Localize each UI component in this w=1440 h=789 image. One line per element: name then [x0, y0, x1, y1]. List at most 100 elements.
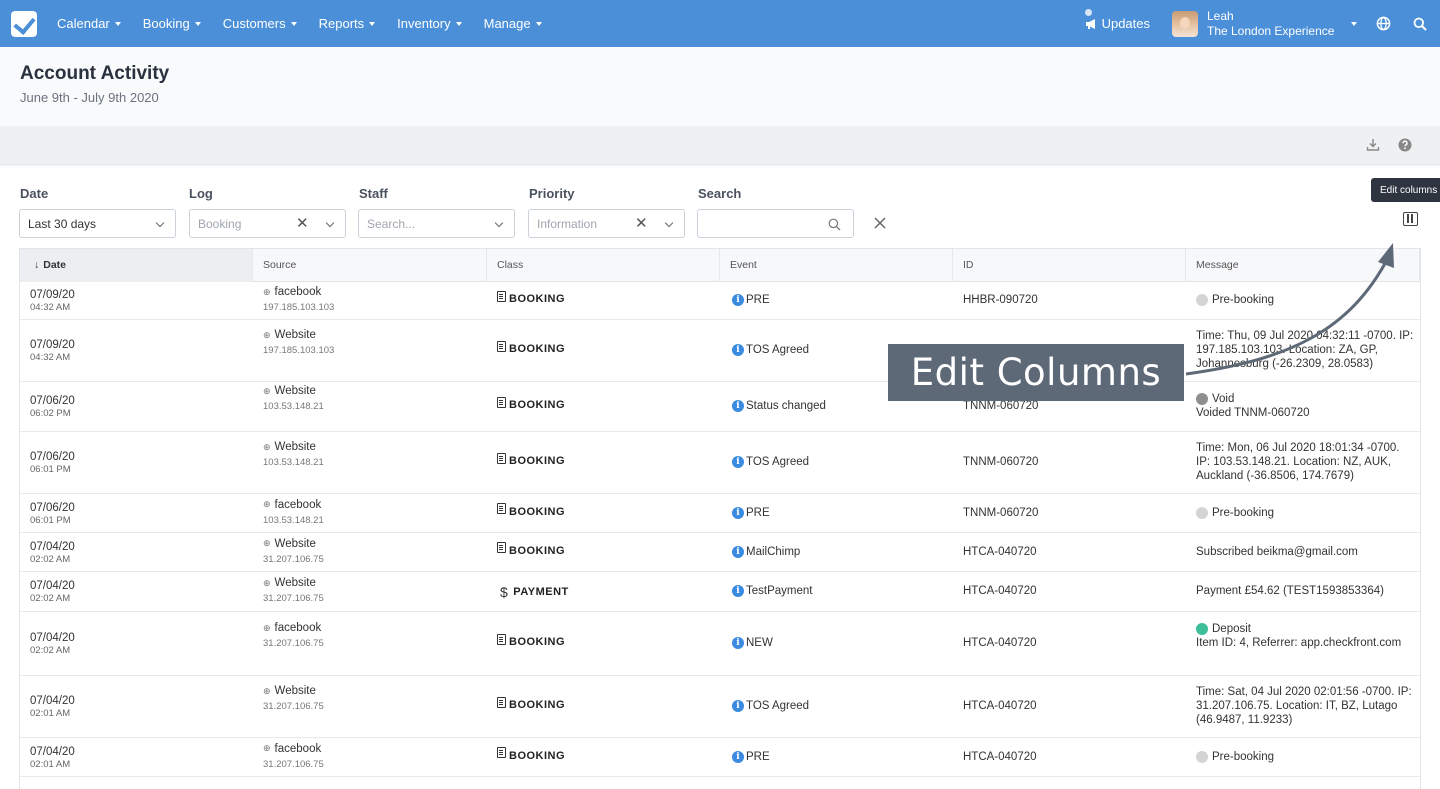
source-cell: ⊕ Website 31.207.106.75	[263, 577, 324, 604]
column-header-id[interactable]: ID	[953, 249, 1186, 282]
event-label: TestPayment	[746, 585, 813, 597]
booking-id-link[interactable]: HTCA-040720	[963, 751, 1037, 763]
booking-id-link[interactable]: HTCA-040720	[963, 585, 1037, 597]
row-time: 02:01 AM	[30, 758, 71, 770]
table-row[interactable]: 07/09/20 04:32 AM ⊕ Website 197.185.103.103 B…	[20, 320, 1420, 382]
column-header-class[interactable]: Class	[487, 249, 720, 282]
search-icon[interactable]	[1412, 16, 1428, 32]
booking-id-link[interactable]: HTCA-040720	[963, 546, 1037, 558]
nav-item-calendar[interactable]: Calendar	[46, 0, 132, 47]
priority-filter-select[interactable]: Information ✕	[528, 209, 685, 238]
message-cell: Time: Mon, 06 Jul 2020 18:01:34 -0700. I…	[1196, 441, 1416, 483]
column-header-source[interactable]: Source	[253, 249, 487, 282]
log-filter-select[interactable]: Booking ✕	[189, 209, 346, 238]
status-badge: Deposit	[1196, 622, 1416, 636]
globe-icon: ⊕	[263, 499, 271, 509]
globe-icon: ⊕	[263, 577, 271, 588]
booking-id-link[interactable]: TNNM-060720	[963, 507, 1038, 519]
class-cell: BOOKING	[497, 633, 565, 648]
column-header-event[interactable]: Event	[720, 249, 953, 282]
chevron-down-icon	[325, 218, 335, 228]
table-row[interactable]	[20, 777, 1420, 789]
search-input[interactable]	[697, 209, 854, 238]
edit-columns-callout: Edit Columns	[888, 344, 1184, 401]
source-cell: ⊕ facebook 197.185.103.103	[263, 286, 334, 313]
info-icon: i	[732, 585, 744, 597]
help-icon[interactable]	[1398, 138, 1412, 152]
clear-filters-icon[interactable]	[873, 216, 887, 230]
table-row[interactable]: 07/06/20 06:01 PM ⊕ Website 103.53.148.21 BOO…	[20, 432, 1420, 494]
table-row[interactable]: 07/04/20 02:01 AM ⊕ Website 31.207.106.75 BOO…	[20, 676, 1420, 738]
updates-button[interactable]: Updates	[1084, 9, 1150, 31]
event-label: TOS Agreed	[746, 456, 810, 468]
booking-id-link[interactable]: HTCA-040720	[963, 700, 1037, 712]
date-cell: 07/04/20 02:02 AM	[30, 580, 75, 604]
source-ip: 31.207.106.75	[263, 701, 324, 712]
booking-id-link[interactable]: HHBR-090720	[963, 294, 1038, 306]
status-dot	[1196, 393, 1208, 405]
column-bar	[1407, 214, 1409, 223]
table-row[interactable]: 07/04/20 02:02 AM ⊕ facebook 31.207.106.75 BO…	[20, 612, 1420, 676]
column-header-message[interactable]: Message	[1186, 249, 1420, 282]
status-label: Pre-booking	[1212, 294, 1275, 306]
table-row[interactable]: 07/04/20 02:02 AM ⊕ Website 31.207.106.75 BOO…	[20, 533, 1420, 572]
app-logo[interactable]	[11, 10, 37, 37]
chevron-down-icon	[114, 21, 121, 26]
globe-icon[interactable]	[1375, 16, 1391, 32]
class-cell: BOOKING	[497, 503, 565, 518]
date-cell: 07/06/20 06:02 PM	[30, 395, 75, 419]
class-cell: $ PAYMENT	[497, 584, 569, 600]
date-cell: 07/09/20 04:32 AM	[30, 289, 75, 313]
column-header-label: Event	[730, 259, 757, 271]
source-name: ⊕ Website	[263, 577, 324, 589]
table-row[interactable]: 07/04/20 02:01 AM ⊕ facebook 31.207.106.75 BO…	[20, 738, 1420, 777]
column-header-date[interactable]: ↓ Date	[20, 249, 253, 282]
toolbar	[0, 126, 1440, 165]
row-time: 02:02 AM	[30, 593, 71, 604]
table-row[interactable]: 07/06/20 06:01 PM ⊕ facebook 103.53.148.21 BO…	[20, 494, 1420, 533]
source-cell: ⊕ facebook 31.207.106.75	[263, 622, 324, 649]
table-row[interactable]: 07/04/20 02:02 AM ⊕ Website 31.207.106.75 $ PA…	[20, 572, 1420, 612]
row-date: 07/06/20	[30, 501, 75, 514]
source-label: facebook	[274, 498, 322, 511]
date-cell: 07/04/20 02:01 AM	[30, 695, 75, 719]
event-label: MailChimp	[746, 545, 801, 558]
source-label: Website	[274, 385, 316, 397]
message-cell: Void Voided TNNM-060720	[1196, 392, 1416, 420]
source-label: Website	[274, 441, 316, 453]
staff-filter-placeholder: Search...	[367, 216, 416, 231]
nav-item-label: Calendar	[57, 16, 110, 31]
source-label: facebook	[274, 286, 322, 298]
nav-item-customers[interactable]: Customers	[212, 0, 308, 47]
class-label: BOOKING	[509, 293, 566, 305]
source-cell: ⊕ Website 31.207.106.75	[263, 538, 324, 565]
status-label: Deposit	[1212, 623, 1251, 635]
nav-item-inventory[interactable]: Inventory	[386, 0, 472, 47]
table-row[interactable]: 07/06/20 06:02 PM ⊕ Website 103.53.148.21 BOO…	[20, 382, 1420, 432]
booking-id-link[interactable]: TNNM-060720	[963, 456, 1038, 468]
table-header: ↓ Date Source Class Event ID Message	[20, 249, 1420, 282]
staff-filter-select[interactable]: Search...	[358, 209, 515, 238]
chevron-down-icon	[664, 218, 674, 228]
chevron-down-icon	[194, 21, 201, 26]
booking-id-link[interactable]: HTCA-040720	[963, 637, 1037, 649]
edit-columns-button[interactable]	[1403, 212, 1418, 226]
download-icon[interactable]	[1366, 138, 1380, 152]
class-cell: BOOKING	[497, 747, 565, 762]
nav-item-manage[interactable]: Manage	[473, 0, 553, 47]
top-navbar: Calendar Booking Customers Reports Inventory…	[0, 0, 1440, 47]
booking-id-link[interactable]: TNNM-060720	[963, 400, 1038, 412]
row-date: 07/06/20	[30, 451, 75, 463]
nav-item-booking[interactable]: Booking	[132, 0, 212, 47]
user-name: Leah	[1207, 8, 1234, 23]
nav-item-reports[interactable]: Reports	[308, 0, 387, 47]
clear-log-icon[interactable]: ✕	[296, 216, 309, 231]
clear-priority-icon[interactable]: ✕	[635, 216, 648, 231]
info-icon: i	[732, 700, 744, 712]
table-row[interactable]: 07/09/20 04:32 AM ⊕ facebook 197.185.103.103…	[20, 282, 1420, 320]
class-label: BOOKING	[509, 343, 566, 355]
message-cell: Deposit Item ID: 4, Referrer: app.checkfr…	[1196, 622, 1416, 650]
date-filter-select[interactable]: Last 30 days	[19, 209, 176, 238]
user-menu[interactable]: Leah The London Experience	[1172, 9, 1357, 39]
message-cell: Pre-booking	[1196, 293, 1416, 307]
